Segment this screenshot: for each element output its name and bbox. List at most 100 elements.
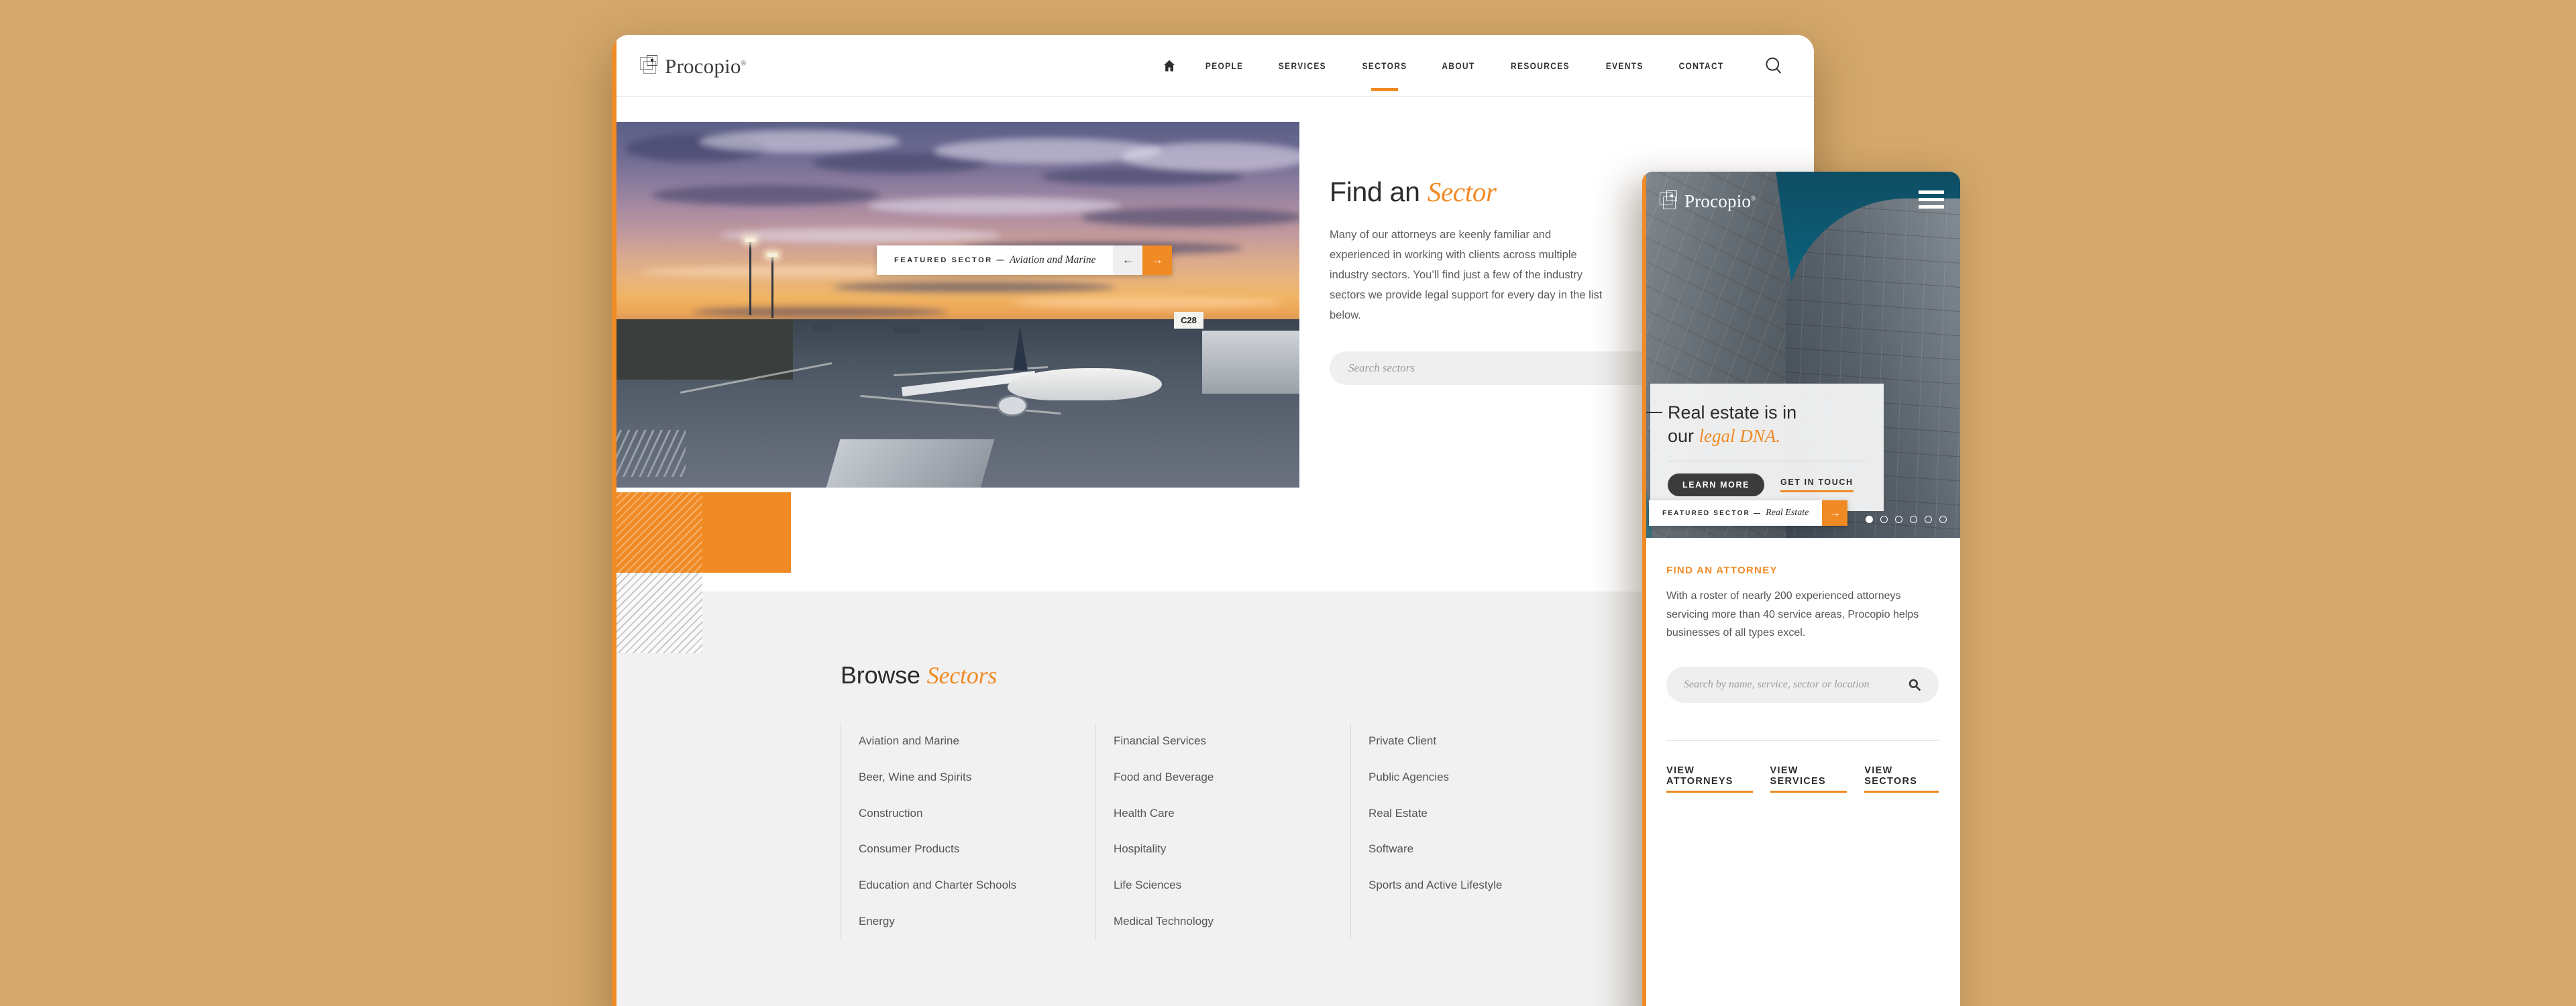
ground-vehicle: [813, 323, 830, 331]
sector-search-input[interactable]: Search sectors: [1330, 351, 1665, 385]
sector-item[interactable]: Beer, Wine and Spirits: [859, 759, 1095, 795]
carousel-dot-1[interactable]: [1866, 516, 1873, 523]
headline-accent: legal DNA.: [1699, 425, 1781, 446]
procopio-squares-logo-icon: [640, 55, 661, 76]
attorney-search-placeholder: Search by name, service, sector or locat…: [1684, 678, 1870, 690]
sector-item[interactable]: Public Agencies: [1368, 759, 1605, 795]
nav-item-resources[interactable]: RESOURCES: [1498, 61, 1583, 71]
hero-section: C28 FEATURED SECTOR — Aviation and Marin…: [612, 97, 1814, 653]
sector-item[interactable]: Construction: [859, 795, 1095, 832]
find-attorney-paragraph: With a roster of nearly 200 experienced …: [1666, 590, 1919, 639]
get-in-touch-button[interactable]: GET IN TOUCH: [1780, 478, 1854, 493]
carousel-dot-4[interactable]: [1910, 516, 1917, 523]
light-pole-icon: [767, 253, 777, 318]
featured-prev-button[interactable]: ←: [1113, 245, 1143, 275]
sector-item[interactable]: Private Client: [1368, 723, 1605, 759]
sector-item[interactable]: Real Estate: [1368, 795, 1605, 832]
ground-vehicle: [961, 323, 983, 331]
airplane-at-gate: [901, 326, 1189, 431]
mobile-brand-name: Procopio®: [1684, 190, 1756, 211]
decorative-hatched-gray-block: [612, 573, 702, 653]
carousel-dot-6[interactable]: [1939, 516, 1947, 523]
decorative-solid-orange-block: [702, 492, 791, 573]
featured-sector-kicker: FEATURED SECTOR —: [894, 256, 1006, 264]
nav-item-about[interactable]: ABOUT: [1429, 61, 1488, 71]
sector-item[interactable]: [1368, 903, 1605, 924]
procopio-squares-logo-icon: [1660, 190, 1681, 212]
baggage-belt-loader: [826, 439, 995, 488]
learn-more-button[interactable]: LEARN MORE: [1668, 473, 1765, 497]
featured-sector-name: Aviation and Marine: [1010, 254, 1096, 266]
headline-line-2-plain: our: [1668, 425, 1699, 446]
mobile-featured-sector-bar: FEATURED SECTOR — Real Estate →: [1649, 500, 1848, 526]
sector-item[interactable]: Food and Beverage: [1114, 759, 1350, 795]
carousel-dot-5[interactable]: [1925, 516, 1932, 523]
airplane-engine: [997, 394, 1028, 416]
mobile-featured-name: Real Estate: [1766, 508, 1809, 518]
nav-item-people[interactable]: PEOPLE: [1192, 61, 1256, 71]
page-title-plain: Find an: [1330, 176, 1428, 207]
nav-item-sectors[interactable]: SECTORS: [1349, 61, 1420, 71]
browse-sectors-heading: Browse Sectors: [841, 661, 1666, 689]
featured-sector-bar: FEATURED SECTOR — Aviation and Marine ← …: [877, 245, 1173, 275]
sector-item[interactable]: Aviation and Marine: [859, 723, 1095, 759]
decorative-hatched-orange-block: [612, 492, 702, 573]
nav-item-events[interactable]: EVENTS: [1593, 61, 1657, 71]
hero-image-aviation: C28: [612, 122, 1299, 488]
jet-bridge: [1202, 330, 1299, 394]
view-sectors-link[interactable]: VIEW SECTORS: [1864, 765, 1939, 793]
carousel-dot-3[interactable]: [1895, 516, 1902, 523]
sector-item[interactable]: Sports and Active Lifestyle: [1368, 867, 1605, 903]
sector-item[interactable]: Financial Services: [1114, 723, 1350, 759]
page-title: Find an Sector: [1330, 176, 1611, 207]
view-attorneys-link[interactable]: VIEW ATTORNEYS: [1666, 765, 1753, 793]
search-icon[interactable]: [1908, 678, 1921, 691]
sector-item[interactable]: Life Sciences: [1114, 867, 1350, 903]
featured-next-button[interactable]: →: [1142, 245, 1173, 275]
browse-sectors-section: Browse Sectors Aviation and Marine Beer,…: [612, 592, 1814, 1006]
attorney-search-input[interactable]: Search by name, service, sector or locat…: [1666, 666, 1939, 703]
ground-vehicle: [894, 325, 920, 333]
mobile-featured-next-button[interactable]: →: [1822, 500, 1848, 526]
headline-line-1: Real estate is in: [1668, 402, 1797, 423]
sector-item[interactable]: Education and Charter Schools: [859, 867, 1095, 903]
sector-item[interactable]: Consumer Products: [859, 831, 1095, 867]
desktop-top-navbar: Procopio® PEOPLE SERVICES SECTORS ABOUT …: [612, 35, 1814, 97]
nav-item-home[interactable]: [1163, 59, 1186, 72]
mobile-featured-kicker: FEATURED SECTOR —: [1662, 509, 1762, 517]
featured-sector-label: FEATURED SECTOR — Aviation and Marine: [877, 245, 1114, 275]
mobile-featured-label: FEATURED SECTOR — Real Estate: [1649, 500, 1823, 526]
sector-item[interactable]: Energy: [859, 903, 1095, 940]
mobile-logo[interactable]: Procopio®: [1660, 190, 1756, 212]
carousel-dots: [1866, 516, 1947, 523]
section-divider: [1666, 740, 1939, 741]
find-attorney-kicker: FIND AN ATTORNEY: [1666, 565, 1778, 576]
sector-item[interactable]: Hospitality: [1114, 831, 1350, 867]
mobile-hero-card: Real estate is in our legal DNA. LEARN M…: [1642, 384, 1884, 512]
sector-columns: Aviation and Marine Beer, Wine and Spiri…: [841, 723, 1666, 940]
mobile-find-attorney-section: FIND AN ATTORNEY With a roster of nearly…: [1642, 538, 1960, 793]
carousel-dot-2[interactable]: [1880, 516, 1888, 523]
hero-paragraph: Many of our attorneys are keenly familia…: [1330, 229, 1603, 322]
nav-item-services[interactable]: SERVICES: [1266, 61, 1340, 71]
mobile-device-mockup: Procopio® Real estate is in our legal DN…: [1642, 172, 1960, 1006]
airplane-tail: [1013, 326, 1028, 371]
view-services-link[interactable]: VIEW SERVICES: [1770, 765, 1847, 793]
brand-name: Procopio®: [665, 54, 747, 78]
hamburger-menu-icon[interactable]: [1919, 190, 1944, 213]
mobile-topbar: Procopio®: [1642, 172, 1960, 231]
sector-column-3: Private Client Public Agencies Real Esta…: [1350, 723, 1605, 940]
desktop-logo[interactable]: Procopio®: [640, 55, 746, 76]
mobile-hero-headline: Real estate is in our legal DNA.: [1668, 401, 1866, 447]
browse-heading-plain: Browse: [841, 661, 927, 689]
sector-item[interactable]: Medical Technology: [1114, 903, 1350, 940]
mobile-hero-section: Procopio® Real estate is in our legal DN…: [1642, 172, 1960, 538]
search-icon[interactable]: [1764, 56, 1783, 75]
sector-item[interactable]: Software: [1368, 831, 1605, 867]
home-icon: [1163, 60, 1175, 72]
sector-item[interactable]: Health Care: [1114, 795, 1350, 832]
nav-item-contact[interactable]: CONTACT: [1666, 61, 1737, 71]
sector-search-placeholder: Search sectors: [1348, 361, 1415, 374]
boarding-stairs: [612, 430, 686, 477]
mobile-quick-links: VIEW ATTORNEYS VIEW SERVICES VIEW SECTOR…: [1666, 765, 1939, 793]
